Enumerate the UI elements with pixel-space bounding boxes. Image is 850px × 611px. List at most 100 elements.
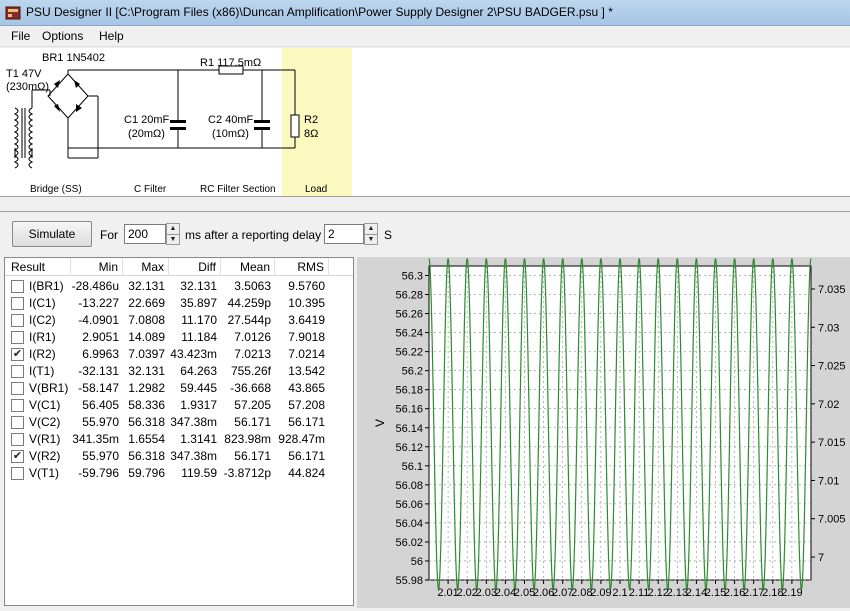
result-name: I(R2) — [29, 347, 56, 361]
checkbox-checked[interactable]: ✔ — [11, 450, 24, 463]
result-name: V(C2) — [29, 415, 61, 429]
splitter[interactable] — [0, 196, 850, 212]
spin-down-icon[interactable]: ▼ — [365, 234, 377, 244]
y-tick-label: 56.26 — [395, 309, 423, 321]
duration-spinner[interactable]: ▲ ▼ — [166, 223, 180, 245]
result-max: 58.336 — [128, 398, 165, 412]
result-row[interactable]: V(C2) 55.970 56.318 347.38m 56.171 56.171 — [5, 414, 353, 431]
result-name: V(R1) — [29, 432, 61, 446]
result-max: 56.318 — [128, 415, 165, 429]
y2-tick-label: 7.015 — [818, 437, 846, 449]
result-row[interactable]: V(BR1) -58.147 1.2982 59.445 -36.668 43.865 — [5, 380, 353, 397]
result-row[interactable]: V(T1) -59.796 59.796 119.59 -3.8712p 44.824 — [5, 465, 353, 482]
result-rms: 7.0214 — [288, 347, 325, 361]
y-tick-label: 56.24 — [395, 328, 423, 340]
result-max: 1.6554 — [128, 432, 165, 446]
result-max: 32.131 — [128, 364, 165, 378]
checkbox[interactable] — [11, 467, 24, 480]
result-name: I(BR1) — [29, 279, 64, 293]
result-mean: 56.171 — [234, 415, 271, 429]
section-bridge: Bridge (SS) — [30, 184, 82, 195]
checkbox[interactable] — [11, 280, 24, 293]
result-rms: 928.47m — [278, 432, 325, 446]
result-diff: 11.184 — [181, 330, 217, 344]
result-row[interactable]: ✔ I(R2) 6.9963 7.0397 43.423m 7.0213 7.0214 — [5, 346, 353, 363]
result-row[interactable]: V(C1) 56.405 58.336 1.9317 57.205 57.208 — [5, 397, 353, 414]
x-tick-label: 2.1 — [612, 587, 627, 599]
spin-up-icon[interactable]: ▲ — [167, 224, 179, 234]
chart-svg[interactable]: 56.3 56.28 56.26 56.24 56.22 56.2 56.18 56.16 56… — [357, 257, 850, 608]
result-row[interactable]: I(C2) -4.0901 7.0808 11.170 27.544p 3.6419 — [5, 312, 353, 329]
result-row[interactable]: V(R1) 341.35m 1.6554 1.3141 823.98m 928.47m — [5, 431, 353, 448]
checkbox[interactable] — [11, 331, 24, 344]
x-tick-label: 2.09 — [590, 587, 611, 599]
column-header-diff[interactable]: Diff — [169, 258, 221, 276]
column-header-min[interactable]: Min — [71, 258, 123, 276]
delay-input[interactable]: 2 — [324, 224, 364, 244]
result-mean: 3.5063 — [234, 279, 271, 293]
menu-options[interactable]: Options — [42, 29, 83, 43]
result-name: V(C1) — [29, 398, 61, 412]
checkbox-checked[interactable]: ✔ — [11, 348, 24, 361]
spin-down-icon[interactable]: ▼ — [167, 234, 179, 244]
result-row[interactable]: I(BR1) -28.486u 32.131 32.131 3.5063 9.5760 — [5, 278, 353, 295]
results-list[interactable]: Result Min Max Diff Mean RMS I(BR1) -28.4… — [4, 257, 354, 606]
y-tick-label: 56.08 — [395, 480, 423, 492]
y-tick-label: 56.1 — [402, 461, 423, 473]
checkbox[interactable] — [11, 382, 24, 395]
y-tick-label: 56.18 — [395, 385, 423, 397]
checkbox[interactable] — [11, 416, 24, 429]
checkbox[interactable] — [11, 433, 24, 446]
result-row[interactable]: ✔ V(R2) 55.970 56.318 347.38m 56.171 56.171 — [5, 448, 353, 465]
checkbox[interactable] — [11, 365, 24, 378]
checkbox[interactable] — [11, 314, 24, 327]
result-row[interactable]: I(C1) -13.227 22.669 35.897 44.259p 10.395 — [5, 295, 353, 312]
result-mean: 27.544p — [227, 313, 271, 327]
y2-tick-label: 7.025 — [818, 361, 846, 373]
result-row[interactable]: I(R1) 2.9051 14.089 11.184 7.0126 7.9018 — [5, 329, 353, 346]
simulation-controls: Simulate For 200 ▲ ▼ ms after a reporting… — [0, 213, 850, 255]
schematic-canvas[interactable]: BR1 1N5402 T1 47V (230mΩ) R1 117.5mΩ C1 … — [0, 48, 850, 196]
y-tick-label: 56 — [411, 556, 423, 568]
column-header-result[interactable]: Result — [5, 258, 71, 276]
result-min: -32.131 — [78, 364, 119, 378]
result-row[interactable]: I(T1) -32.131 32.131 64.263 755.26f 13.542 — [5, 363, 353, 380]
section-load: Load — [305, 184, 328, 195]
result-max: 59.796 — [128, 466, 165, 480]
c1-symbol[interactable] — [170, 120, 186, 130]
y-tick-label: 56.3 — [402, 271, 423, 283]
duration-input[interactable]: 200 — [124, 224, 166, 244]
y-tick-label: 56.02 — [395, 537, 423, 549]
checkbox[interactable] — [11, 297, 24, 310]
y-axis-label: V — [373, 419, 387, 427]
result-name: I(T1) — [29, 364, 55, 378]
checkbox[interactable] — [11, 399, 24, 412]
result-rms: 44.824 — [288, 466, 325, 480]
c2-res: (10mΩ) — [212, 128, 249, 140]
transformer-label: T1 47V — [6, 68, 42, 80]
column-header-rms[interactable]: RMS — [275, 258, 329, 276]
simulate-button[interactable]: Simulate — [12, 221, 92, 247]
c2-symbol[interactable] — [254, 120, 270, 130]
result-max: 14.089 — [128, 330, 165, 344]
column-header-mean[interactable]: Mean — [221, 258, 275, 276]
y2-tick-label: 7 — [818, 552, 824, 564]
r2-symbol[interactable] — [290, 114, 300, 138]
x-tick-label: 2.19 — [781, 587, 802, 599]
menu-file[interactable]: File — [11, 29, 30, 43]
for-label: For — [100, 228, 118, 242]
result-name: I(C1) — [29, 296, 56, 310]
waveform-chart[interactable]: 56.3 56.28 56.26 56.24 56.22 56.2 56.18 56.16 56… — [357, 257, 850, 608]
delay-spinner[interactable]: ▲ ▼ — [364, 223, 378, 245]
result-rms: 56.171 — [288, 415, 325, 429]
column-header-max[interactable]: Max — [123, 258, 169, 276]
spin-up-icon[interactable]: ▲ — [365, 224, 377, 234]
result-min: 341.35m — [72, 432, 119, 446]
result-min: -13.227 — [78, 296, 119, 310]
result-mean: 823.98m — [224, 432, 271, 446]
menu-help[interactable]: Help — [99, 29, 124, 43]
section-c-filter: C Filter — [134, 184, 167, 195]
y-tick-label: 56.16 — [395, 404, 423, 416]
transformer-symbol[interactable] — [13, 89, 50, 169]
bridge-label: BR1 1N5402 — [42, 52, 105, 64]
